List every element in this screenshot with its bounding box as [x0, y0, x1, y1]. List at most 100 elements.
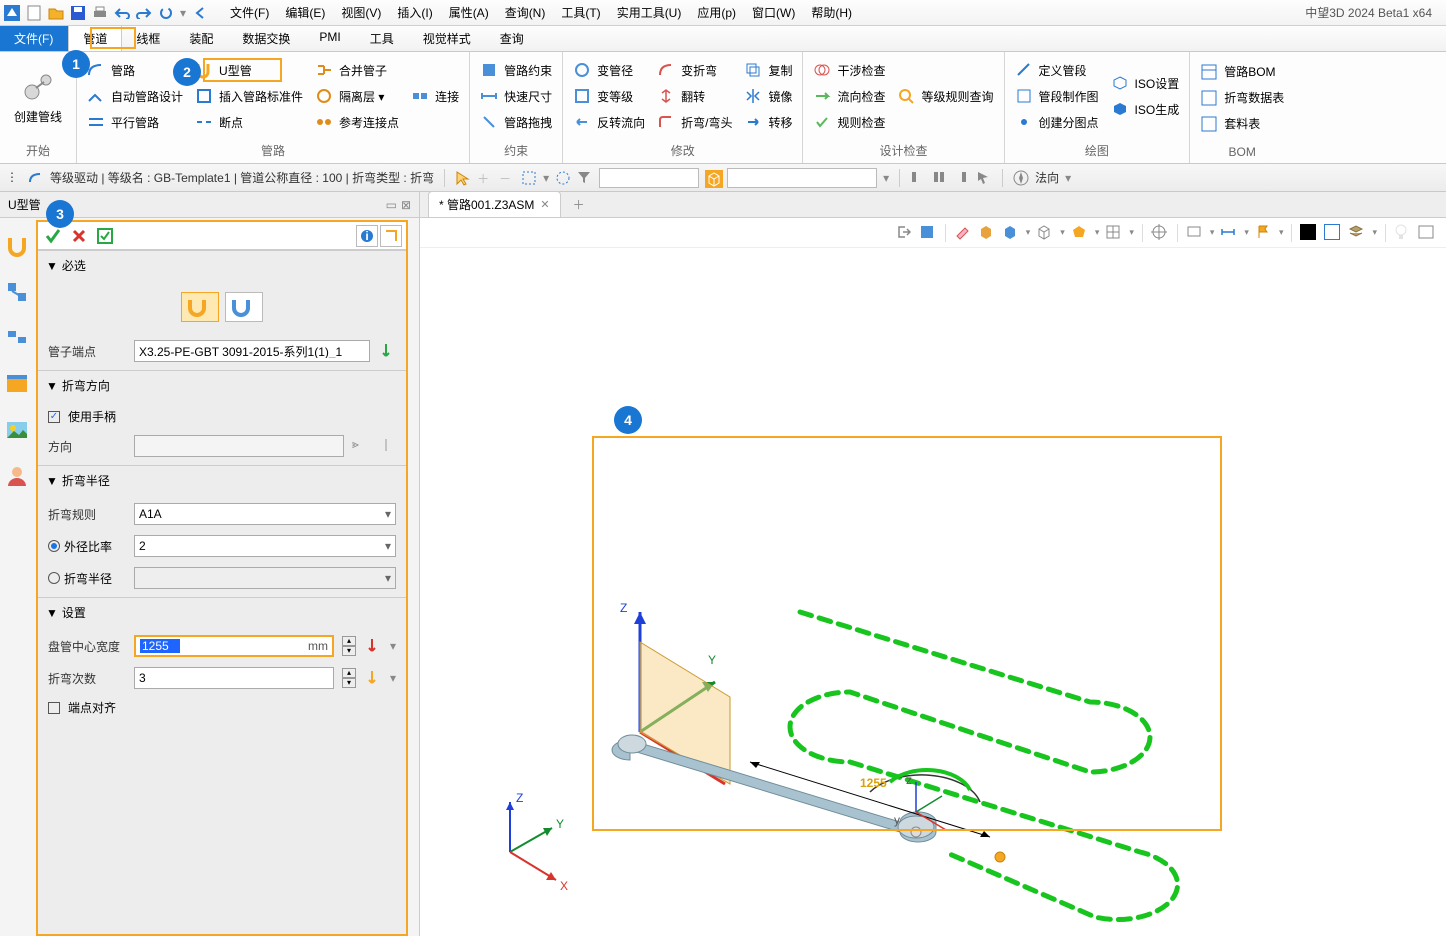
save-icon[interactable] [70, 5, 86, 21]
change-class-button[interactable]: 变等级 [569, 85, 649, 107]
bend-elbow-button[interactable]: 折弯/弯头 [653, 111, 736, 133]
isolation-button[interactable]: 隔离层 ▾ [311, 85, 403, 107]
auto-route-button[interactable]: 自动管路设计 [83, 85, 187, 107]
vt-black-swatch[interactable] [1300, 224, 1318, 242]
mirror-button[interactable]: 镜像 [740, 85, 796, 107]
select-mode-icon[interactable] [521, 170, 537, 186]
parallel-route-button[interactable]: 平行管路 [83, 111, 187, 133]
quick-dim-button[interactable]: 快速尺寸 [476, 85, 556, 107]
u-shape-b-button[interactable] [225, 292, 263, 322]
class-rule-query-button[interactable]: 等级规则查询 [893, 85, 997, 107]
plus-icon[interactable]: ＋ [477, 170, 493, 186]
tab-file[interactable]: 文件(F) [0, 26, 68, 51]
tab-close-icon[interactable]: ✕ [540, 198, 549, 211]
reset-button[interactable] [380, 225, 402, 247]
sb-user-icon[interactable] [5, 464, 29, 488]
vt-target-icon[interactable] [1151, 224, 1169, 242]
vt-measure-icon[interactable] [1220, 224, 1238, 242]
ratio-select[interactable]: 2▾ [134, 535, 396, 557]
menu-view[interactable]: 视图(V) [335, 1, 387, 24]
change-bend-button[interactable]: 变折弯 [653, 59, 736, 81]
nesting-button[interactable]: 套料表 [1196, 113, 1288, 135]
vt-bulb-icon[interactable] [1394, 224, 1412, 242]
collapse-icon[interactable]: ▼ [46, 379, 58, 393]
interference-button[interactable]: 干涉检查 [809, 59, 889, 81]
tab-visual[interactable]: 视觉样式 [409, 26, 486, 51]
split-point-button[interactable]: 创建分图点 [1011, 111, 1103, 133]
vt-screen-icon[interactable] [1186, 224, 1204, 242]
insert-standard-button[interactable]: 插入管路标准件 [191, 85, 307, 107]
bend-rule-select[interactable]: A1A▾ [134, 503, 396, 525]
pipe-drag-button[interactable]: 管路拖拽 [476, 111, 556, 133]
tab-piping[interactable]: 管道 [68, 26, 122, 51]
copy-button[interactable]: 复制 [740, 59, 796, 81]
width-spinner[interactable]: ▴▾ [342, 636, 356, 656]
new-tab-button[interactable]: ＋ [565, 192, 593, 217]
vt-exit-icon[interactable] [895, 224, 913, 242]
route-button[interactable]: 管路 [83, 59, 187, 81]
iso-generate-button[interactable]: ISO生成 [1107, 98, 1184, 120]
vt-poly-icon[interactable] [1071, 224, 1089, 242]
reverse-flow-button[interactable]: 反转流向 [569, 111, 649, 133]
connect-button[interactable]: 连接 [407, 85, 463, 107]
align2-icon[interactable] [932, 170, 948, 186]
cube-icon[interactable] [705, 170, 721, 186]
pick-endpoint-icon[interactable] [378, 342, 396, 360]
vt-grid-icon[interactable] [1105, 224, 1123, 242]
change-diameter-button[interactable]: 变管径 [569, 59, 649, 81]
move-button[interactable]: 转移 [740, 111, 796, 133]
vt-erase-icon[interactable] [954, 224, 972, 242]
ratio-radio[interactable] [48, 540, 60, 552]
bend-data-button[interactable]: 折弯数据表 [1196, 87, 1288, 109]
menu-util[interactable]: 实用工具(U) [611, 1, 688, 24]
rule-check-button[interactable]: 规则检查 [809, 111, 889, 133]
filter-dropdown-2[interactable] [727, 168, 877, 188]
flow-check-button[interactable]: 流向检查 [809, 85, 889, 107]
pipe-constraint-button[interactable]: 管路约束 [476, 59, 556, 81]
pipe-bom-button[interactable]: 管路BOM [1196, 61, 1288, 83]
u-pipe-button[interactable]: U型管 [191, 59, 307, 81]
cancel-button[interactable] [68, 225, 90, 247]
sb-tree-icon[interactable] [5, 280, 29, 304]
ref-connect-button[interactable]: 参考连接点 [311, 111, 403, 133]
width-field[interactable]: mm [134, 635, 334, 657]
info-button[interactable]: i [356, 225, 378, 247]
tab-pmi[interactable]: PMI [305, 26, 355, 51]
endpoint-field[interactable] [134, 340, 370, 362]
menu-tools[interactable]: 工具(T) [555, 1, 606, 24]
sb-image-icon[interactable] [5, 418, 29, 442]
u-shape-a-button[interactable] [181, 292, 219, 322]
iso-settings-button[interactable]: ISO设置 [1107, 72, 1184, 94]
new-icon[interactable] [26, 5, 42, 21]
back-icon[interactable] [192, 5, 208, 21]
direction-expand-icon[interactable]: ⪢ [352, 437, 370, 455]
menu-edit[interactable]: 编辑(E) [279, 1, 331, 24]
menu-app[interactable]: 应用(p) [691, 1, 742, 24]
align3-icon[interactable] [954, 170, 970, 186]
redo-icon[interactable] [136, 5, 152, 21]
breakpoint-button[interactable]: 断点 [191, 111, 307, 133]
menu-help[interactable]: 帮助(H) [805, 1, 858, 24]
menu-file[interactable]: 文件(F) [224, 1, 275, 24]
vt-wireframe-cube-icon[interactable] [1036, 224, 1054, 242]
collapse-icon[interactable]: ▼ [46, 606, 58, 620]
sb-u-icon[interactable] [5, 234, 29, 258]
sb-package-icon[interactable] [5, 372, 29, 396]
cursor-icon[interactable] [455, 170, 471, 186]
count-dropdown-icon[interactable]: ▾ [390, 671, 396, 685]
direction-pick-icon[interactable] [378, 437, 396, 455]
width-dropdown-icon[interactable]: ▾ [390, 639, 396, 653]
apply-button[interactable] [94, 225, 116, 247]
print-icon[interactable] [92, 5, 108, 21]
count-field[interactable] [134, 667, 334, 689]
align-checkbox[interactable] [48, 702, 60, 714]
collapse-icon[interactable]: ▼ [46, 474, 58, 488]
vt-image-icon[interactable] [1418, 224, 1436, 242]
circle-select-icon[interactable] [555, 170, 571, 186]
vt-layers-icon[interactable] [1348, 224, 1366, 242]
count-spinner[interactable]: ▴▾ [342, 668, 356, 688]
filter-dropdown-1[interactable] [599, 168, 699, 188]
pointer-icon[interactable] [976, 170, 992, 186]
vt-blue-swatch[interactable] [1324, 224, 1342, 242]
create-pipeline-button[interactable]: 创建管线 [6, 56, 70, 136]
